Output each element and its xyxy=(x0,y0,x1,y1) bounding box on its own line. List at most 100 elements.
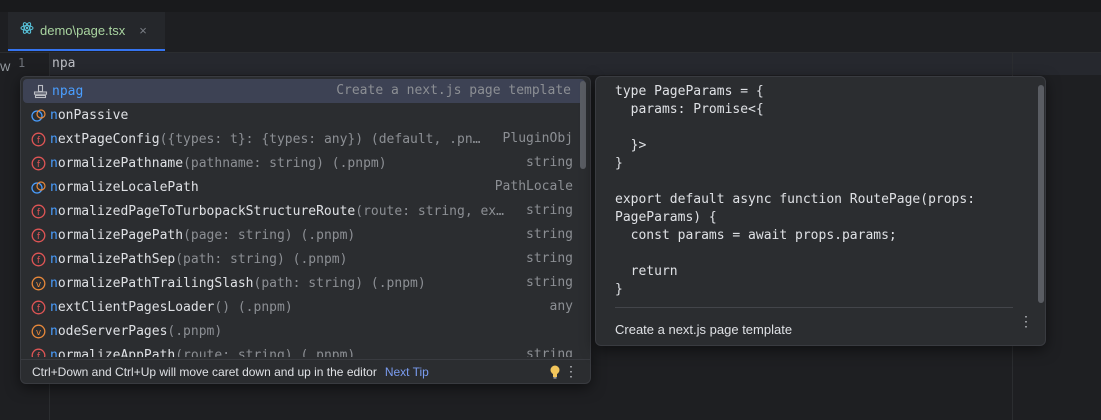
doc-description: Create a next.js page template xyxy=(615,322,793,337)
svg-text:v: v xyxy=(36,327,42,337)
function-icon: f xyxy=(31,228,46,243)
completion-item-label: npag xyxy=(52,84,83,99)
var-v-icon: v xyxy=(31,324,46,339)
svg-text:f: f xyxy=(37,208,41,218)
svg-text:f: f xyxy=(37,256,41,266)
completion-signature: (path: string) (.pnpm) xyxy=(175,251,348,267)
doc-scrollbar[interactable] xyxy=(1038,85,1044,303)
svg-text:f: f xyxy=(37,136,41,146)
completion-rest-text: ormalizePathname xyxy=(57,155,184,171)
completion-item-label: normalizeLocalePath xyxy=(50,180,199,195)
lightbulb-icon[interactable] xyxy=(550,365,560,382)
completion-signature: (pathname: string) (.pnpm) xyxy=(183,155,387,171)
completion-item-label: normalizePathname xyxy=(50,156,183,171)
completion-popup: npag Create a next.js page template nonPas… xyxy=(20,76,591,384)
footer-tip: Ctrl+Down and Ctrl+Up will move caret do… xyxy=(32,365,377,379)
completion-type: string xyxy=(520,347,573,357)
completion-item[interactable]: v normalizePathTrailingSlash (path: string… xyxy=(21,271,587,295)
completion-item[interactable]: normalizeLocalePath PathLocale xyxy=(21,175,587,199)
completion-item[interactable]: npag Create a next.js page template xyxy=(23,79,585,103)
completion-item-label: nextClientPagesLoader xyxy=(50,300,214,315)
completion-item[interactable]: nonPassive xyxy=(21,103,587,127)
completion-type: string xyxy=(520,155,573,170)
function-icon: f xyxy=(31,348,46,358)
completion-match-text: n xyxy=(50,323,58,339)
completion-signature: (.pnpm) xyxy=(167,323,223,339)
completion-item[interactable]: v nodeServerPages (.pnpm) xyxy=(21,319,587,343)
react-icon xyxy=(20,21,34,40)
completion-rest-text: onPassive xyxy=(57,107,129,123)
var-v-icon: v xyxy=(31,276,46,291)
completion-item-label: nodeServerPages xyxy=(50,324,167,339)
close-tab-icon[interactable]: × xyxy=(139,23,147,38)
completion-type: string xyxy=(520,251,573,266)
completion-rest-text: ormalizePathTrailingSlash xyxy=(57,275,254,291)
line-number: 1 xyxy=(18,56,26,70)
completion-signature: (path: string) (.pnpm) xyxy=(253,275,426,291)
completion-signature: () (.pnpm) xyxy=(214,299,293,315)
completion-match-text: n xyxy=(50,275,58,291)
completion-match-text: n xyxy=(50,347,58,358)
completion-type: PluginObj xyxy=(496,131,573,146)
completion-item-label: normalizeAppPath xyxy=(50,348,175,358)
completion-match-text: n xyxy=(50,179,58,195)
completion-rest-text: ormalizePagePath xyxy=(57,227,184,243)
completion-item[interactable]: f normalizePathname (pathname: string) (.p… xyxy=(21,151,587,175)
completion-signature: (page: string) (.pnpm) xyxy=(183,227,356,243)
svg-text:f: f xyxy=(37,352,41,358)
tab-page-tsx[interactable]: demo\page.tsx × xyxy=(8,12,165,51)
completion-item[interactable]: f normalizeAppPath (route: string) (.pnpm)… xyxy=(21,343,587,357)
completion-item[interactable]: f normalizePathSep (path: string) (.pnpm) s… xyxy=(21,247,587,271)
more-options-icon[interactable]: ⋮ xyxy=(564,363,578,380)
completion-scrollbar[interactable] xyxy=(580,81,586,169)
documentation-popup: type PageParams = { params: Promise<{ }>… xyxy=(595,76,1046,346)
next-tip-link[interactable]: Next Tip xyxy=(385,365,429,379)
completion-rest-text: extPageConfig xyxy=(57,131,160,147)
left-edge-text: W xyxy=(0,62,11,74)
editor-code-line[interactable]: npa xyxy=(52,56,75,71)
completion-type: PathLocale xyxy=(488,179,573,194)
editor-tab-bar: demo\page.tsx × xyxy=(0,12,1101,53)
completion-type: string xyxy=(520,275,573,290)
completion-item-label: normalizePagePath xyxy=(50,228,183,243)
svg-text:f: f xyxy=(37,232,41,242)
completion-item-label: nonPassive xyxy=(50,108,128,123)
svg-text:f: f xyxy=(37,160,41,170)
completion-match-text: npag xyxy=(52,83,84,99)
completion-item[interactable]: f nextClientPagesLoader() (.pnpm) any xyxy=(21,295,587,319)
doc-more-options-icon[interactable]: ⋮ xyxy=(1019,313,1033,330)
current-line-highlight xyxy=(50,53,1101,75)
variable-icon xyxy=(31,108,46,123)
doc-separator xyxy=(615,307,1013,308)
tab-label: demo\page.tsx xyxy=(40,23,126,38)
completion-match-text: n xyxy=(50,251,58,267)
completion-footer: Ctrl+Down and Ctrl+Up will move caret do… xyxy=(21,359,590,383)
completion-item-label: normalizePathSep xyxy=(50,252,175,267)
completion-type: any xyxy=(543,299,573,314)
completion-item-label: normalizePathTrailingSlash xyxy=(50,276,254,291)
completion-rest-text: ormalizedPageToTurbopackStructureRoute xyxy=(57,203,356,219)
completion-match-text: n xyxy=(50,131,58,147)
completion-signature: (route: string, ex… xyxy=(355,203,504,219)
completion-match-text: n xyxy=(50,203,58,219)
completion-rest-text: ormalizePathSep xyxy=(57,251,176,267)
completion-list: npag Create a next.js page template nonPas… xyxy=(21,79,587,357)
completion-match-text: n xyxy=(50,299,58,315)
completion-signature: (route: string) (.pnpm) xyxy=(175,347,356,358)
completion-match-text: n xyxy=(50,227,58,243)
svg-text:v: v xyxy=(36,279,42,289)
variable-icon xyxy=(31,180,46,195)
completion-rest-text: extClientPagesLoader xyxy=(57,299,215,315)
function-icon: f xyxy=(31,156,46,171)
completion-item-label: nextPageConfig xyxy=(50,132,160,147)
function-icon: f xyxy=(31,132,46,147)
function-icon: f xyxy=(31,300,46,315)
completion-item[interactable]: f normalizePagePath (page: string) (.pnpm)… xyxy=(21,223,587,247)
function-icon: f xyxy=(31,204,46,219)
completion-item[interactable]: f nextPageConfig ({types: t}: {types: any}… xyxy=(21,127,587,151)
doc-code-preview: type PageParams = { params: Promise<{ }>… xyxy=(615,84,976,297)
completion-rest-text: odeServerPages xyxy=(57,323,168,339)
completion-rest-text: ormalizeLocalePath xyxy=(57,179,199,195)
completion-rest-text: ormalizeAppPath xyxy=(57,347,176,358)
completion-item[interactable]: f normalizedPageToTurbopackStructureRoute… xyxy=(21,199,587,223)
